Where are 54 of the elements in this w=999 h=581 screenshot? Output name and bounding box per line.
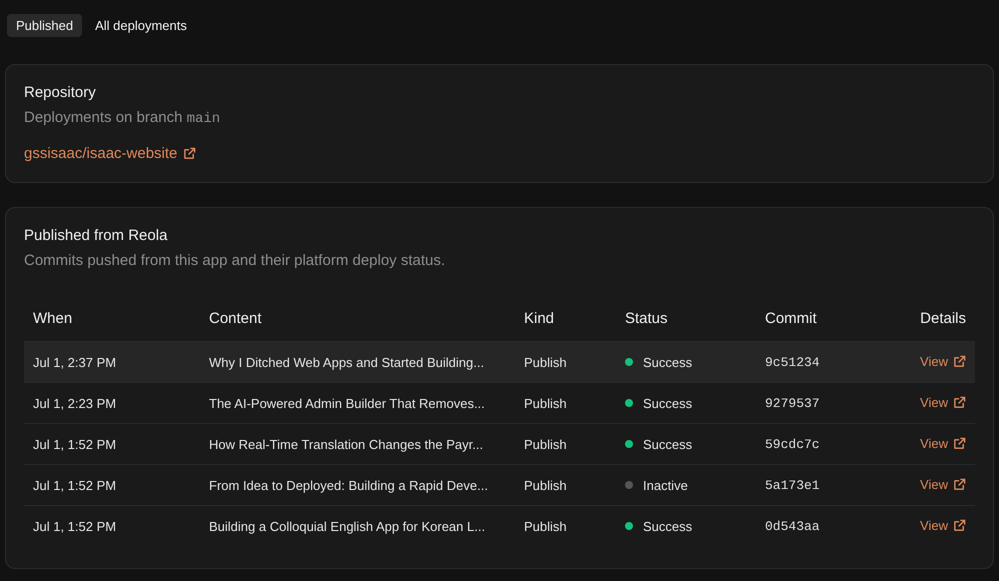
table-cell-text: Jul 1, 1:52 PM xyxy=(32,518,118,534)
status-label: Inactive xyxy=(643,478,688,492)
table-cell-text: The AI-Powered Admin Builder That Removes... xyxy=(208,396,486,410)
table-cell-text: Jul 1, 2:23 PM xyxy=(32,396,118,410)
status-label: Success xyxy=(643,396,692,410)
table-cell-text: 5a173e1 xyxy=(764,478,821,492)
table-row[interactable]: Jul 1, 2:37 PM Why I Ditched Web Apps and Started Building... Publish Success 9c51234 View xyxy=(24,342,975,383)
table-cell-text: Jul 1, 1:52 PM xyxy=(32,478,118,492)
table-cell-text: Why I Ditched Web Apps and Started Building... xyxy=(208,354,486,370)
table-cell-text: 9c51234 xyxy=(764,354,821,370)
card-title: Repository xyxy=(24,84,97,101)
table-cell-text: Publish xyxy=(523,396,568,410)
external-link-icon xyxy=(953,355,966,368)
column-header: Status xyxy=(624,310,669,326)
column-header: When xyxy=(32,310,74,326)
table-cell-text: Jul 1, 1:52 PM xyxy=(32,436,118,452)
table-cell-text: Publish xyxy=(523,354,568,370)
tab[interactable]: All deployments xyxy=(86,14,196,37)
view-link[interactable]: View xyxy=(920,518,966,533)
repository-link[interactable]: gssisaac/isaac-website xyxy=(24,145,196,162)
external-link-icon xyxy=(953,519,966,532)
tab[interactable]: Published xyxy=(7,14,82,37)
view-link[interactable]: View xyxy=(920,477,966,492)
table-row[interactable]: Jul 1, 1:52 PM From Idea to Deployed: Building a Rapid Deve... Publish Inactive 5a173e1 View xyxy=(24,465,975,506)
column-header: Commit xyxy=(764,310,818,326)
view-link[interactable]: View xyxy=(920,354,966,369)
table-row[interactable]: Jul 1, 1:52 PM Building a Colloquial English App for Korean L... Publish Success 0d543aa View xyxy=(24,506,975,546)
external-link-icon xyxy=(953,437,966,450)
table-cell-text: 0d543aa xyxy=(764,518,821,534)
status-label: Success xyxy=(643,436,692,452)
external-link-icon xyxy=(183,147,196,160)
status-label: Success xyxy=(643,354,692,370)
external-link-icon xyxy=(953,478,966,491)
table-cell-text: 9279537 xyxy=(764,396,821,410)
card-title: Published from Reola xyxy=(24,227,168,244)
table-row[interactable]: Jul 1, 1:52 PM How Real-Time Translation Changes the Payr... Publish Success 59cdc7c View xyxy=(24,424,975,465)
table-cell-text: From Idea to Deployed: Building a Rapid Deve... xyxy=(208,478,489,492)
view-link[interactable]: View xyxy=(920,395,966,410)
view-link[interactable]: View xyxy=(920,436,966,451)
column-header: Kind xyxy=(523,310,556,326)
table-cell-text: Publish xyxy=(523,436,568,452)
table-cell-text: Publish xyxy=(523,478,568,492)
table-cell-text: Jul 1, 2:37 PM xyxy=(32,354,118,370)
card-subtitle: Commits pushed from this app and their platform deploy status. xyxy=(24,252,446,269)
table-cell-text: How Real-Time Translation Changes the Payr... xyxy=(208,436,484,452)
table-cell-text: Publish xyxy=(523,518,568,534)
table-row[interactable]: Jul 1, 2:23 PM The AI-Powered Admin Builder That Removes... Publish Success 9279537 View xyxy=(24,383,975,424)
column-header: Content xyxy=(208,310,263,326)
table-cell-text: 59cdc7c xyxy=(764,436,821,452)
branch-description: Deployments on branch main xyxy=(24,109,222,127)
external-link-icon xyxy=(953,396,966,409)
column-header: Details xyxy=(919,310,967,326)
table-cell-text: Building a Colloquial English App for Korean L... xyxy=(208,518,486,534)
status-label: Success xyxy=(643,518,692,534)
